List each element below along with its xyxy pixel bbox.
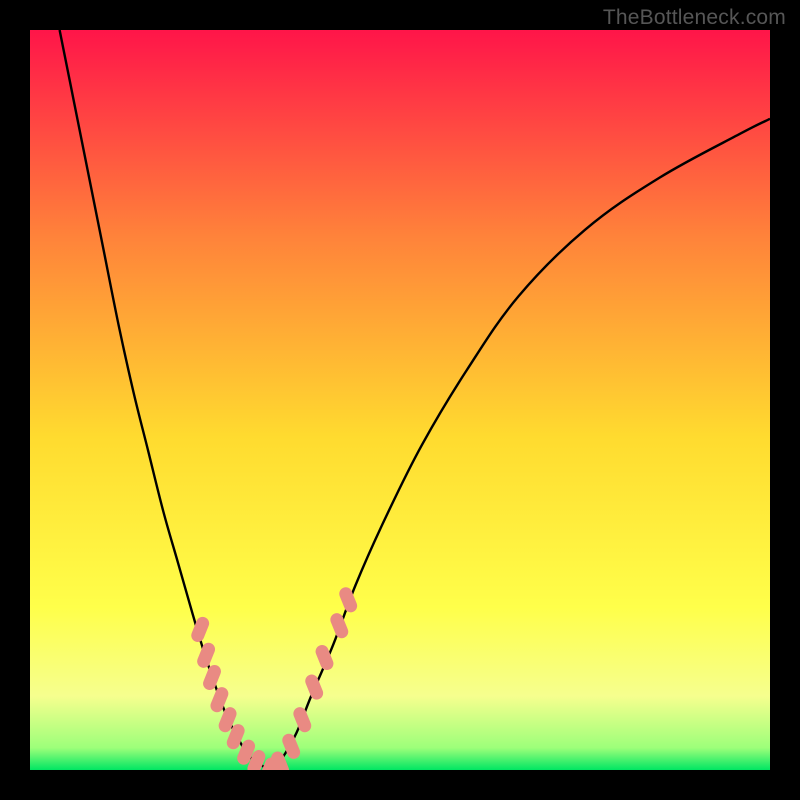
gradient-background xyxy=(30,30,770,770)
watermark-text: TheBottleneck.com xyxy=(603,6,786,30)
bottleneck-chart xyxy=(30,30,770,770)
outer-frame: TheBottleneck.com xyxy=(0,0,800,800)
